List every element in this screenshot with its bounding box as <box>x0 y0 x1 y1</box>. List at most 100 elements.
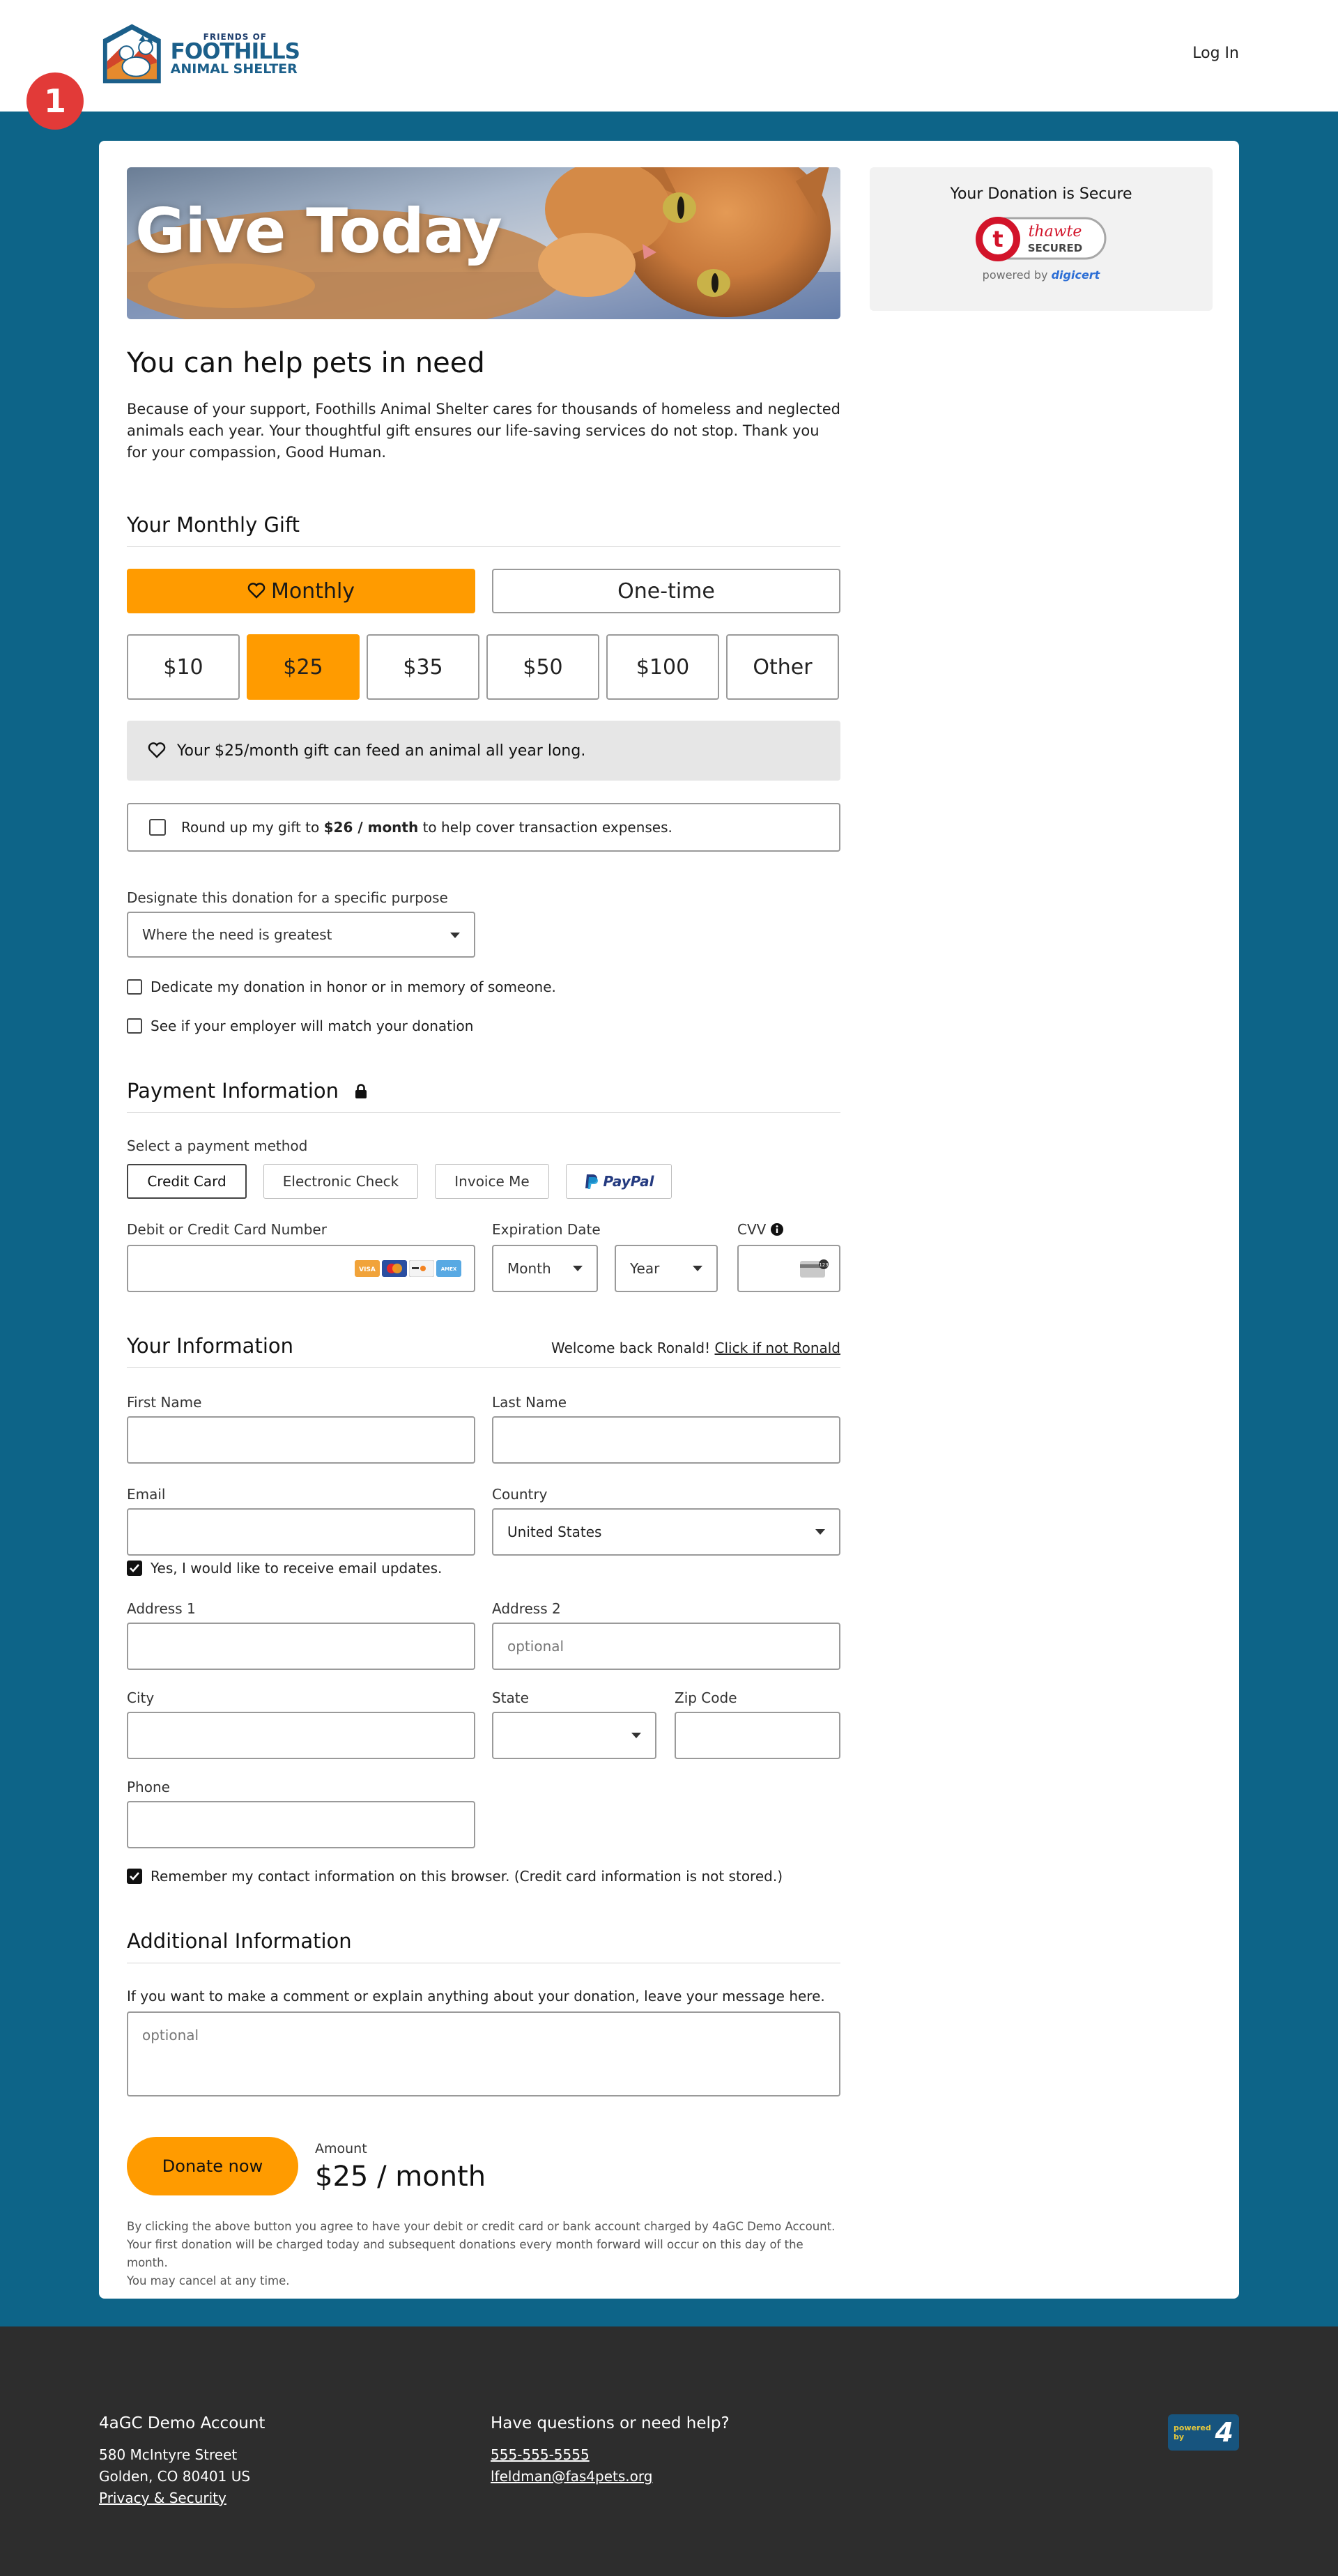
footer-address-line1: 580 McIntyre Street <box>99 2446 238 2463</box>
city-input[interactable] <box>127 1712 475 1759</box>
form-content: You can help pets in need Because of you… <box>127 347 840 463</box>
checkmark-icon <box>130 1872 139 1880</box>
amex-icon: AMEX <box>436 1260 461 1277</box>
payment-method-label: Select a payment method <box>127 1137 308 1154</box>
card-number-input[interactable]: VISA AMEX <box>127 1245 475 1292</box>
not-you-link[interactable]: Click if not Ronald <box>715 1340 841 1356</box>
cvv-label: CVV <box>737 1221 767 1238</box>
legal-line-3: You may cancel at any time. <box>127 2274 290 2287</box>
email-updates-option[interactable]: Yes, I would like to receive email updat… <box>127 1560 442 1577</box>
amount-10-button[interactable]: $10 <box>127 634 240 700</box>
intro-heading: You can help pets in need <box>127 347 485 379</box>
svg-text:t: t <box>992 226 1003 252</box>
donate-now-button[interactable]: Donate now <box>127 2137 298 2195</box>
powered-by-4agoodcause-badge[interactable]: powered by 4 <box>1168 2414 1239 2451</box>
payment-invoice-label: Invoice Me <box>454 1173 530 1190</box>
employer-match-label: See if your employer will match your don… <box>151 1018 474 1034</box>
payment-credit-card-button[interactable]: Credit Card <box>127 1164 247 1199</box>
dedicate-option[interactable]: Dedicate my donation in honor or in memo… <box>127 979 556 995</box>
additional-info-section: Additional Information <box>127 1929 840 1963</box>
legal-line-1: By clicking the above button you agree t… <box>127 2220 836 2233</box>
paypal-logo-icon <box>585 1174 599 1189</box>
privacy-security-link[interactable]: Privacy & Security <box>99 2490 226 2506</box>
amount-25-button[interactable]: $25 <box>247 634 360 700</box>
employer-match-checkbox[interactable] <box>127 1018 142 1034</box>
amount-25-label: $25 <box>283 654 323 680</box>
donation-form-card: Give Today Your Donation is Secure t tha… <box>99 141 1239 2299</box>
email-input[interactable] <box>127 1508 475 1556</box>
payment-paypal-label: PayPal <box>603 1173 654 1190</box>
city-label: City <box>127 1689 155 1706</box>
phone-input[interactable] <box>127 1801 475 1848</box>
login-link[interactable]: Log In <box>1192 45 1239 62</box>
footer-email-link[interactable]: lfeldman@fas4pets.org <box>491 2468 652 2485</box>
shelter-logo-icon <box>102 24 161 84</box>
additional-info-prompt: If you want to make a comment or explain… <box>127 1988 825 2004</box>
amount-50-label: $50 <box>523 654 563 680</box>
expiration-year-select[interactable]: Year <box>615 1245 718 1292</box>
address1-input[interactable] <box>127 1623 475 1670</box>
amount-other-button[interactable]: Other <box>726 634 839 700</box>
payment-paypal-button[interactable]: PayPal <box>566 1164 672 1199</box>
monthly-gift-section: Your Monthly Gift <box>127 513 840 547</box>
roundup-checkbox[interactable] <box>149 819 166 836</box>
email-updates-checkbox[interactable] <box>127 1561 142 1576</box>
card-number-label: Debit or Credit Card Number <box>127 1221 327 1238</box>
impact-message: Your $25/month gift can feed an animal a… <box>127 721 840 781</box>
frequency-toggle: Monthly One-time <box>127 569 840 613</box>
frequency-monthly-button[interactable]: Monthly <box>127 569 475 613</box>
comment-textarea[interactable]: optional <box>127 2011 840 2096</box>
country-value: United States <box>507 1524 602 1540</box>
address1-label: Address 1 <box>127 1600 196 1617</box>
amount-35-button[interactable]: $35 <box>367 634 479 700</box>
expiration-month-select[interactable]: Month <box>492 1245 598 1292</box>
amount-10-label: $10 <box>163 654 203 680</box>
logo-wordmark: FRIENDS OF FOOTHILLS ANIMAL SHELTER <box>171 33 300 76</box>
first-name-input[interactable] <box>127 1416 475 1464</box>
zip-input[interactable] <box>675 1712 840 1759</box>
roundup-amount: $26 / month <box>323 819 419 836</box>
remember-info-option[interactable]: Remember my contact information on this … <box>127 1868 783 1885</box>
phone-label: Phone <box>127 1779 170 1795</box>
designation-select[interactable]: Where the need is greatest <box>127 912 475 958</box>
amount-100-label: $100 <box>636 654 690 680</box>
additional-info-heading: Additional Information <box>127 1929 840 1963</box>
last-name-input[interactable] <box>492 1416 840 1464</box>
site-logo[interactable]: FRIENDS OF FOOTHILLS ANIMAL SHELTER <box>98 20 300 89</box>
frequency-onetime-button[interactable]: One-time <box>492 569 840 613</box>
country-label: Country <box>492 1486 548 1503</box>
logo-foothills-text: FOOTHILLS <box>170 39 300 64</box>
amount-35-label: $35 <box>403 654 443 680</box>
footer-help-heading: Have questions or need help? <box>491 2414 730 2432</box>
chevron-down-icon <box>631 1733 641 1738</box>
powered-by-badge-text: powered by <box>1174 2423 1211 2441</box>
address2-placeholder: optional <box>507 1638 564 1655</box>
first-name-label: First Name <box>127 1394 202 1411</box>
remember-info-checkbox[interactable] <box>127 1869 142 1884</box>
roundup-text: Round up my gift to $26 / month to help … <box>181 819 672 836</box>
cvv-input[interactable]: 123 <box>737 1245 840 1292</box>
chevron-down-icon <box>693 1266 702 1271</box>
state-select[interactable] <box>492 1712 656 1759</box>
footer-org-column: 4aGC Demo Account 580 McIntyre Street Go… <box>99 2413 265 2509</box>
svg-text:AMEX: AMEX <box>441 1266 457 1272</box>
amount-100-button[interactable]: $100 <box>606 634 719 700</box>
info-icon[interactable] <box>770 1222 784 1236</box>
employer-match-option[interactable]: See if your employer will match your don… <box>127 1018 473 1034</box>
state-label: State <box>492 1689 529 1706</box>
amount-summary-label: Amount <box>315 2141 367 2156</box>
footer-phone-link[interactable]: 555-555-5555 <box>491 2446 590 2463</box>
dedicate-checkbox[interactable] <box>127 979 142 995</box>
address2-input[interactable]: optional <box>492 1623 840 1670</box>
svg-text:123: 123 <box>819 1262 828 1268</box>
amount-50-button[interactable]: $50 <box>486 634 599 700</box>
country-select[interactable]: United States <box>492 1508 840 1556</box>
roundup-option[interactable]: Round up my gift to $26 / month to help … <box>127 803 840 852</box>
visa-icon: VISA <box>355 1260 380 1277</box>
thawte-seal-name: thawte <box>1029 223 1082 240</box>
zip-label: Zip Code <box>675 1689 737 1706</box>
payment-invoice-button[interactable]: Invoice Me <box>435 1164 549 1199</box>
welcome-message: Welcome back Ronald! Click if not Ronald <box>551 1340 840 1356</box>
payment-section: Payment Information <box>127 1079 840 1113</box>
payment-echeck-button[interactable]: Electronic Check <box>263 1164 418 1199</box>
